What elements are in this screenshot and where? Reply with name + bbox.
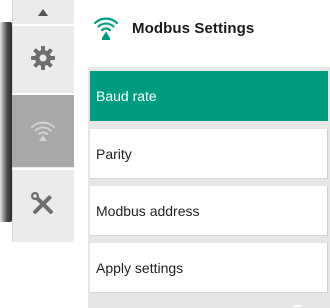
- scroll-indicator: [294, 305, 302, 307]
- menu-item-parity[interactable]: Parity: [90, 129, 328, 179]
- menu-item-modbus-address[interactable]: Modbus address: [90, 186, 328, 236]
- nav-modbus[interactable]: [12, 95, 74, 167]
- nav-tools[interactable]: [12, 172, 74, 236]
- rail-bezel: [0, 22, 12, 222]
- menu-item-apply-settings[interactable]: Apply settings: [90, 243, 328, 293]
- modbus-wifi-icon: [94, 17, 118, 40]
- scroll-up-arrow[interactable]: [12, 2, 74, 22]
- page-header: Modbus Settings: [80, 0, 330, 56]
- navigation-rail: [0, 0, 80, 308]
- gear-icon: [31, 46, 55, 70]
- settings-menu: Baud rate Parity Modbus address Apply se…: [88, 67, 330, 308]
- arrow-up-icon: [38, 8, 48, 16]
- rail-divider: [12, 168, 74, 170]
- menu-item-baud-rate[interactable]: Baud rate: [90, 71, 328, 121]
- tools-icon: [31, 192, 53, 214]
- nav-settings[interactable]: [12, 26, 74, 90]
- modbus-wifi-icon: [31, 121, 55, 141]
- page-title: Modbus Settings: [132, 19, 255, 37]
